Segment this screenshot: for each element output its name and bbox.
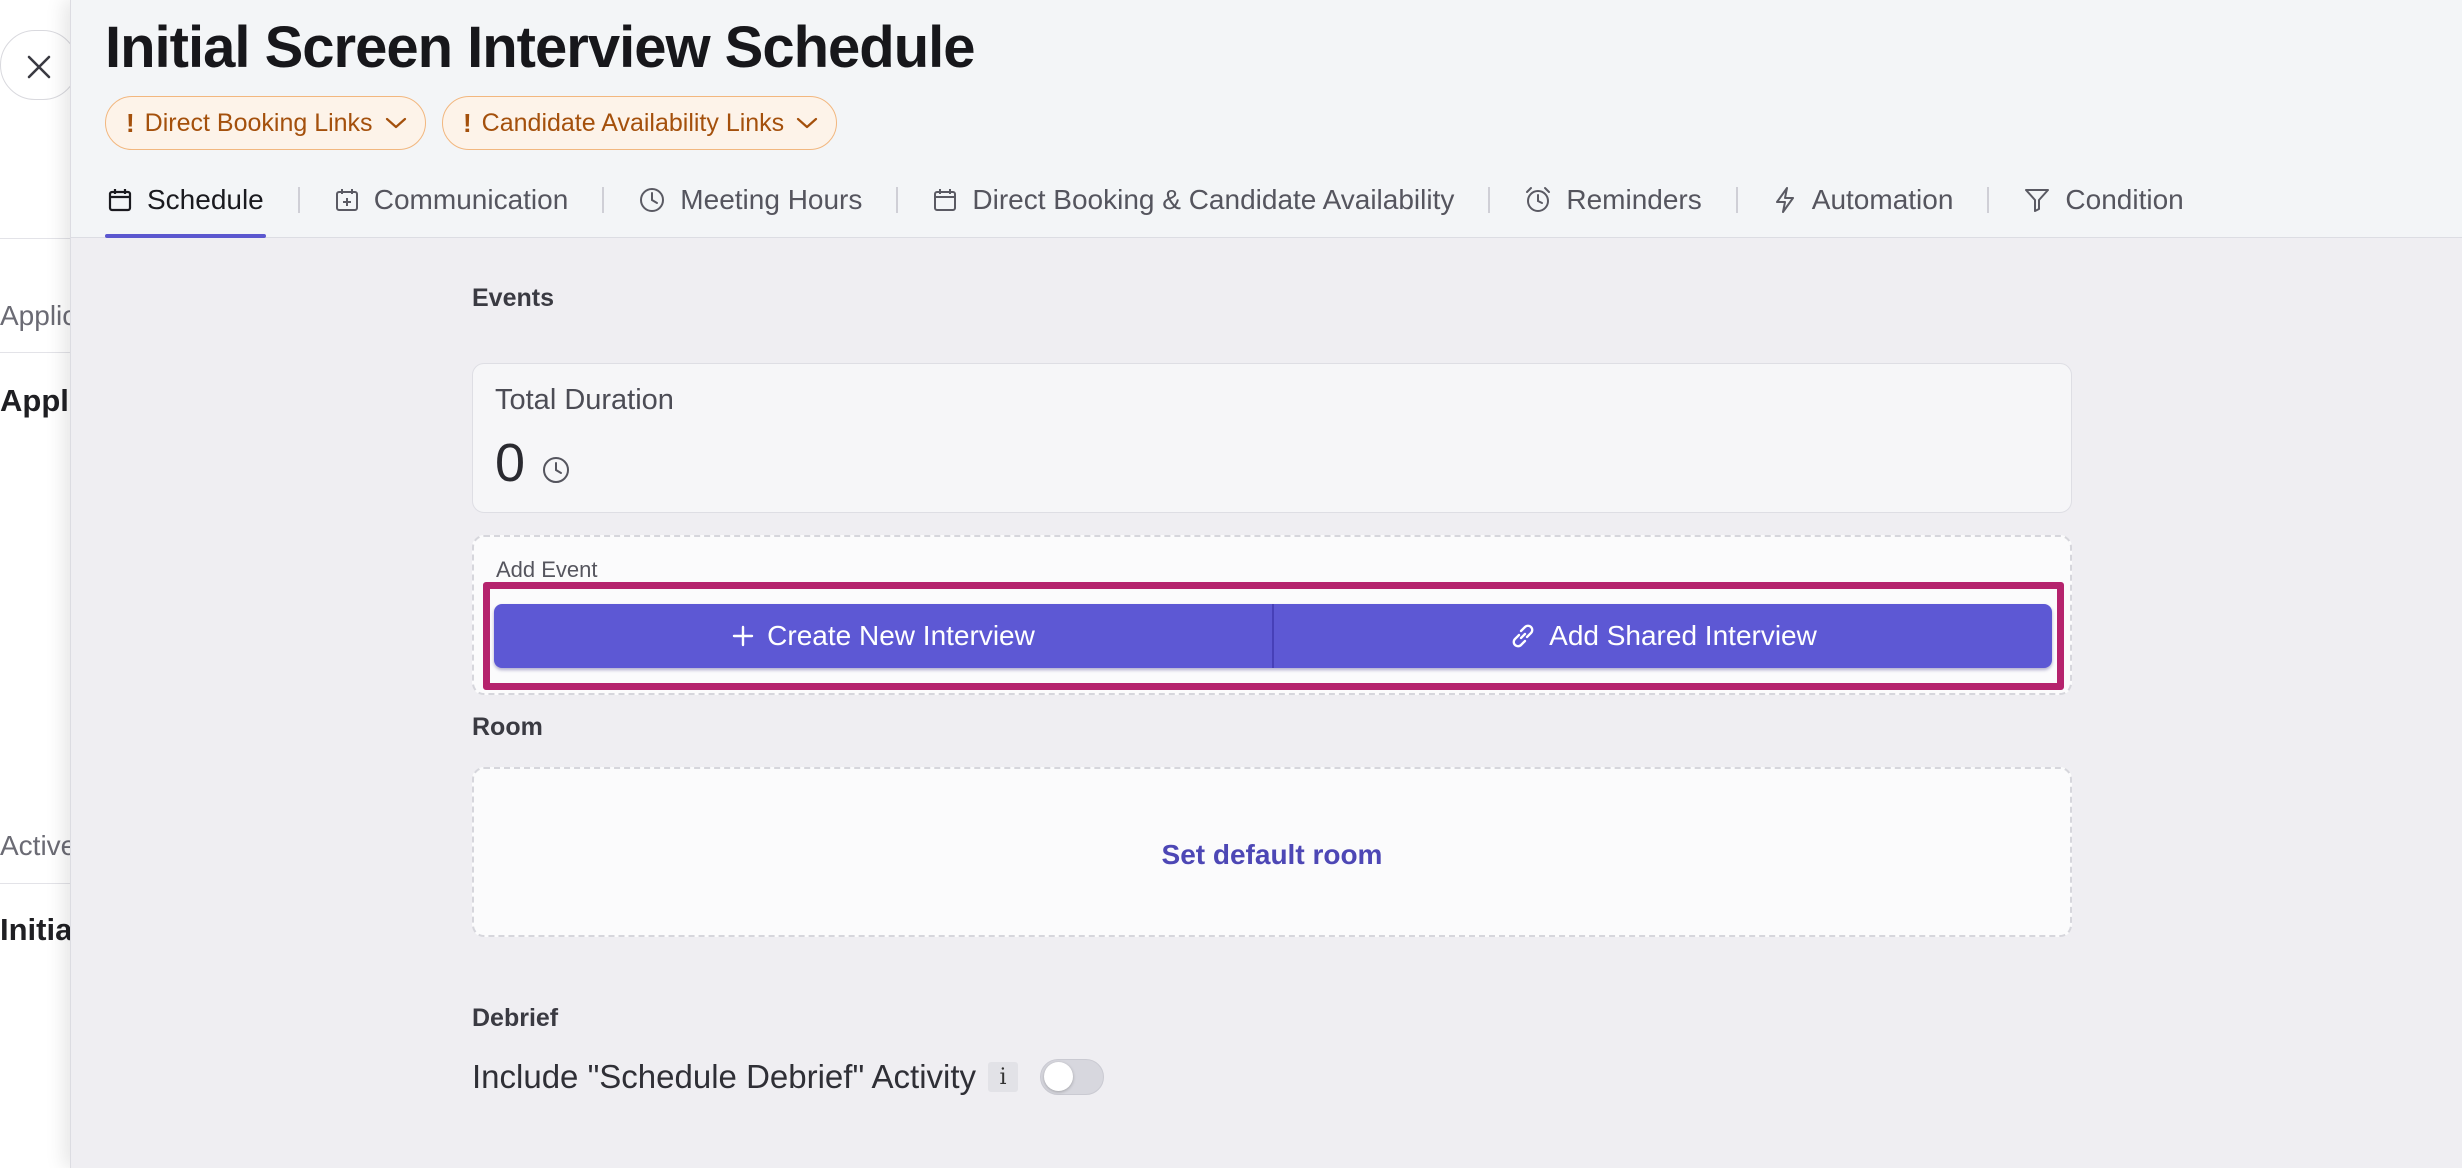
tab-label: Reminders (1566, 184, 1702, 215)
direct-booking-links-alert[interactable]: ! Direct Booking Links (105, 96, 426, 150)
warning-mark: ! (126, 107, 135, 138)
close-icon (27, 55, 51, 79)
tab-label: Automation (1811, 184, 1954, 215)
tab-separator (297, 187, 300, 213)
total-duration-value: 0 (495, 433, 526, 493)
bg-section-label: Applic (0, 300, 72, 331)
link-icon (1509, 622, 1537, 650)
info-icon[interactable]: i (988, 1062, 1019, 1092)
interview-schedule-drawer: Initial Screen Interview Schedule ! Dire… (70, 0, 2462, 1168)
alarm-icon (1524, 186, 1552, 214)
add-event-button-group: Create New Interview Add Shared Intervie… (494, 604, 2052, 668)
tab-reminders[interactable]: Reminders (1522, 172, 1703, 228)
button-label: Create New Interview (767, 620, 1035, 651)
bg-section-value: Initia (0, 912, 72, 947)
set-default-room-link[interactable]: Set default room (474, 839, 2070, 871)
tab-label: Schedule (147, 184, 264, 215)
tab-direct-booking[interactable]: Direct Booking & Candidate Availability (930, 172, 1456, 228)
page-title: Initial Screen Interview Schedule (105, 15, 976, 80)
chevron-down-icon (796, 116, 818, 130)
room-section-label: Room (472, 713, 543, 741)
alert-label: Direct Booking Links (144, 108, 373, 137)
tab-meeting-hours[interactable]: Meeting Hours (636, 172, 864, 228)
tab-label: Condition (2065, 184, 2184, 215)
lightning-icon (1772, 186, 1798, 214)
tab-bar: Schedule Communication Meeting Hours Dir… (105, 172, 2186, 238)
toggle-knob (1044, 1062, 1074, 1091)
warning-mark: ! (463, 107, 472, 138)
plus-icon (731, 624, 755, 648)
tab-communication[interactable]: Communication (332, 172, 571, 228)
calendar-icon (932, 187, 958, 213)
total-duration-label: Total Duration (495, 384, 674, 416)
tab-separator (602, 187, 605, 213)
schedule-debrief-toggle[interactable] (1040, 1059, 1105, 1095)
create-new-interview-button[interactable]: Create New Interview (494, 604, 1272, 668)
tab-schedule[interactable]: Schedule (105, 172, 266, 238)
clock-icon (541, 455, 571, 490)
tab-separator (1488, 187, 1491, 213)
alert-label: Candidate Availability Links (481, 108, 785, 137)
tab-label: Direct Booking & Candidate Availability (972, 184, 1455, 215)
tab-separator (1987, 187, 1990, 213)
background-page: Applic Appli Active Initia (0, 0, 72, 1168)
drawer-header: Initial Screen Interview Schedule ! Dire… (71, 0, 2462, 238)
total-duration-card: Total Duration 0 (472, 363, 2072, 513)
tab-label: Meeting Hours (680, 184, 863, 215)
bg-section-label: Active (0, 830, 72, 861)
divider (0, 238, 72, 239)
candidate-availability-links-alert[interactable]: ! Candidate Availability Links (442, 96, 838, 150)
tab-separator (896, 187, 899, 213)
divider (0, 352, 72, 353)
chevron-down-icon (385, 116, 407, 130)
debrief-toggle-label: Include "Schedule Debrief" Activity (472, 1058, 977, 1095)
bg-section-value: Appli (0, 383, 72, 418)
debrief-row: Include "Schedule Debrief" Activity i (472, 1058, 1105, 1096)
add-event-label: Add Event (496, 557, 598, 582)
calendar-icon (107, 187, 133, 213)
tab-condition[interactable]: Condition (2021, 172, 2185, 228)
tab-separator (1735, 187, 1738, 213)
button-label: Add Shared Interview (1549, 620, 1817, 651)
calendar-plus-icon (334, 187, 360, 213)
divider (0, 883, 72, 884)
close-button[interactable] (0, 30, 72, 100)
debrief-section-label: Debrief (472, 1004, 559, 1032)
tab-automation[interactable]: Automation (1770, 172, 1956, 228)
tab-label: Communication (373, 184, 569, 215)
clock-icon (638, 186, 666, 214)
schedule-content: Events Total Duration 0 Add Event Create… (71, 240, 2462, 1168)
filter-icon (2023, 187, 2051, 213)
events-section-label: Events (472, 284, 554, 312)
add-shared-interview-button[interactable]: Add Shared Interview (1274, 604, 2052, 668)
room-card: Set default room (472, 767, 2072, 937)
